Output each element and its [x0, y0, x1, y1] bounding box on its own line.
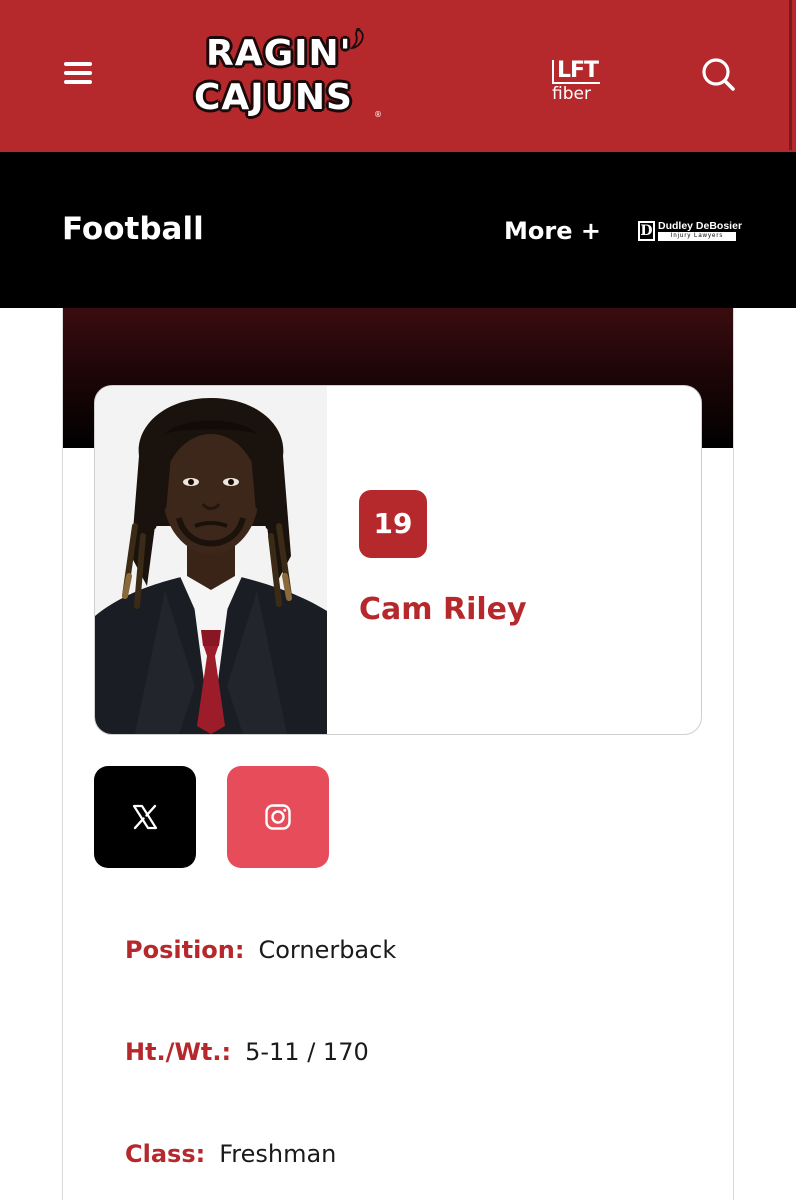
lft-fiber-sponsor-logo[interactable]: LFTfiber — [552, 60, 632, 104]
bio-label: Class: — [125, 1140, 206, 1168]
pepper-icon — [349, 28, 364, 49]
sport-title[interactable]: Football — [62, 211, 204, 247]
player-card: 19 Cam Riley — [94, 385, 702, 735]
player-name: Cam Riley — [359, 592, 527, 627]
bio-row-height-weight: Ht./Wt.: 5-11 / 170 — [125, 1038, 369, 1066]
player-headshot — [95, 386, 327, 734]
menu-bar — [64, 80, 92, 84]
menu-bar — [64, 71, 92, 75]
logo-line-2: CAJUNS — [194, 77, 353, 118]
scrollbar[interactable] — [789, 0, 792, 150]
bio-value: Cornerback — [258, 936, 397, 964]
dudley-debosier-sponsor-logo[interactable]: D Dudley DeBosier Injury Lawyers — [638, 220, 742, 243]
logo-line-1: RAGIN' — [206, 33, 352, 74]
bio-value: 5-11 / 170 — [245, 1038, 369, 1066]
x-twitter-icon — [132, 804, 158, 830]
fiber-wordmark: fiber — [552, 84, 591, 104]
jersey-number-badge: 19 — [359, 490, 427, 558]
ragin-cajuns-logo[interactable]: RAGIN' CAJUNS ® — [188, 26, 384, 126]
bio-row-position: Position: Cornerback — [125, 936, 396, 964]
menu-bar — [64, 62, 92, 66]
registered-mark: ® — [374, 110, 382, 119]
lft-wordmark: LFT — [552, 60, 601, 84]
search-icon[interactable] — [698, 54, 738, 94]
sponsor-tagline: Injury Lawyers — [658, 232, 736, 241]
sponsor-d-icon: D — [638, 221, 655, 241]
instagram-button[interactable] — [227, 766, 329, 868]
bio-row-class: Class: Freshman — [125, 1140, 336, 1168]
more-menu-button[interactable]: More + — [504, 217, 601, 245]
bio-label: Ht./Wt.: — [125, 1038, 232, 1066]
bio-label: Position: — [125, 936, 245, 964]
site-header: RAGIN' CAJUNS ® LFTfiber — [0, 0, 796, 152]
sponsor-name: Dudley DeBosier — [658, 220, 743, 232]
bio-value: Freshman — [219, 1140, 337, 1168]
hamburger-menu-icon[interactable] — [62, 60, 96, 88]
x-twitter-button[interactable] — [94, 766, 196, 868]
instagram-icon — [265, 804, 291, 830]
